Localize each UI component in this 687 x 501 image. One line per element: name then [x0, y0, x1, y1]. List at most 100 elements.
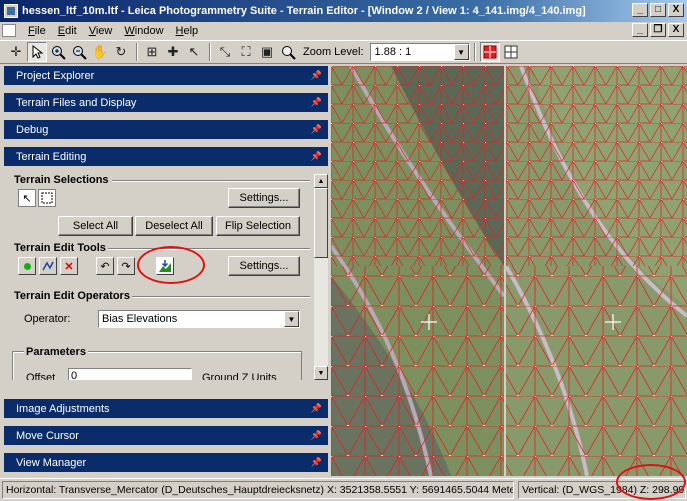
selections-settings-button[interactable]: Settings...	[228, 188, 300, 208]
link-views-icon[interactable]: ⊞	[142, 42, 162, 62]
terrain-editing-body: Terrain Selections ↖ Settings... Select …	[4, 174, 314, 380]
flip-selection-button[interactable]: Flip Selection	[216, 216, 300, 236]
parameters-title: Parameters	[24, 346, 88, 358]
chevron-down-icon[interactable]: ▼	[453, 44, 469, 60]
title-bar: hessen_ltf_10m.ltf - Leica Photogrammetr…	[0, 0, 687, 22]
select-all-button[interactable]: Select All	[58, 216, 133, 236]
toolbar-separator	[209, 43, 211, 61]
pointer-icon[interactable]: ↖	[184, 42, 204, 62]
close-button[interactable]: X	[668, 3, 684, 17]
grid-icon[interactable]	[501, 42, 521, 62]
pin-icon[interactable]: 📌	[311, 457, 322, 468]
status-bar: Horizontal: Transverse_Mercator (D_Deuts…	[0, 478, 687, 501]
select-pointer-icon[interactable]: ↖	[18, 189, 36, 207]
group-divider	[132, 296, 310, 298]
group-divider	[112, 180, 310, 182]
menu-view[interactable]: View	[83, 25, 119, 37]
pan-hand-icon[interactable]: ✋	[90, 42, 110, 62]
fit-view-icon[interactable]: ⛶	[236, 42, 256, 62]
minimize-button[interactable]: _	[632, 3, 648, 17]
section-label: Move Cursor	[16, 429, 79, 442]
document-icon[interactable]	[2, 24, 16, 37]
menu-edit[interactable]: Edit	[52, 25, 83, 37]
annotation-ellipse	[616, 464, 686, 500]
zoom-level-dropdown[interactable]: 1.88 : 1 ▼	[369, 43, 470, 61]
zoom-extent-icon[interactable]: ▣	[257, 42, 277, 62]
mdi-close-button[interactable]: X	[668, 23, 684, 37]
left-panel: Project Explorer 📌 Terrain Files and Dis…	[4, 66, 328, 476]
chevron-down-icon[interactable]: ▼	[284, 311, 299, 327]
toolbar: ✛ ✋ ↻ ⊞ ✚ ↖ ⤡ ⛶ ▣ Zoom Level: 1.88 : 1 ▼	[0, 40, 687, 64]
shrink-icon[interactable]: ⤡	[215, 42, 235, 62]
delete-icon[interactable]: ✕	[60, 257, 78, 275]
zoom-in-icon[interactable]	[48, 42, 68, 62]
select-arrow-icon[interactable]	[27, 42, 47, 62]
maximize-button[interactable]: □	[650, 3, 666, 17]
edit-tools-settings-button[interactable]: Settings...	[228, 256, 300, 276]
pin-icon[interactable]: 📌	[311, 430, 322, 441]
operator-label: Operator:	[24, 313, 71, 325]
box-select-icon[interactable]	[38, 189, 56, 207]
crosshair-tool-icon[interactable]: ✛	[6, 42, 26, 62]
operator-value: Bias Elevations	[102, 313, 178, 325]
toolbar-separator	[136, 43, 138, 61]
operator-dropdown[interactable]: Bias Elevations ▼	[98, 310, 300, 328]
panel-scrollbar[interactable]: ▲ ▼	[314, 174, 328, 380]
rotate-icon[interactable]: ↻	[111, 42, 131, 62]
scroll-up-icon[interactable]: ▲	[314, 174, 328, 188]
section-label: Terrain Files and Display	[16, 96, 137, 109]
annotation-ellipse	[137, 246, 205, 284]
section-label: Debug	[16, 123, 49, 136]
zoom-level-label: Zoom Level:	[303, 46, 364, 58]
pin-icon[interactable]: 📌	[311, 151, 322, 162]
menu-help[interactable]: Help	[170, 25, 205, 37]
section-label: Image Adjustments	[16, 402, 110, 415]
menu-window[interactable]: Window	[118, 25, 169, 37]
section-move-cursor[interactable]: Move Cursor 📌	[4, 426, 328, 447]
pin-icon[interactable]: 📌	[311, 97, 322, 108]
section-label: View Manager	[16, 456, 87, 469]
section-image-adjustments[interactable]: Image Adjustments 📌	[4, 399, 328, 420]
mdi-minimize-button[interactable]: _	[632, 23, 648, 37]
section-terrain-editing[interactable]: Terrain Editing 📌	[4, 147, 328, 168]
pin-icon[interactable]: 📌	[311, 124, 322, 135]
menu-file[interactable]: File	[22, 25, 52, 37]
scroll-thumb[interactable]	[314, 188, 328, 258]
offset-input[interactable]: 0	[68, 368, 192, 380]
tin-image-view[interactable]	[331, 66, 687, 476]
scroll-down-icon[interactable]: ▼	[314, 366, 328, 380]
mdi-restore-button[interactable]: ❐	[650, 23, 666, 37]
terrain-selections-title: Terrain Selections	[14, 174, 109, 186]
zoom-out-icon[interactable]	[69, 42, 89, 62]
section-label: Terrain Editing	[16, 150, 87, 163]
units-label: Ground Z Units	[202, 372, 277, 380]
add-breakline-icon[interactable]	[39, 257, 57, 275]
status-horizontal: Horizontal: Transverse_Mercator (D_Deuts…	[2, 481, 514, 499]
section-label: Project Explorer	[16, 69, 95, 82]
stereo-image-views[interactable]	[331, 66, 687, 476]
section-view-manager[interactable]: View Manager 📌	[4, 453, 328, 474]
terrain-edit-operators-title: Terrain Edit Operators	[14, 290, 130, 302]
group-divider	[108, 248, 310, 250]
pin-icon[interactable]: 📌	[311, 403, 322, 414]
undo-icon[interactable]: ↶	[96, 257, 114, 275]
left-image-view[interactable]	[331, 66, 506, 476]
grid-red-icon[interactable]	[479, 42, 500, 62]
app-icon[interactable]	[4, 4, 18, 18]
pin-icon[interactable]: 📌	[311, 70, 322, 81]
terrain-edit-tools-title: Terrain Edit Tools	[14, 242, 106, 254]
section-terrain-files[interactable]: Terrain Files and Display 📌	[4, 93, 328, 114]
section-project-explorer[interactable]: Project Explorer 📌	[4, 66, 328, 87]
window-title: hessen_ltf_10m.ltf - Leica Photogrammetr…	[22, 5, 586, 17]
deselect-all-button[interactable]: Deselect All	[135, 216, 213, 236]
toolbar-separator	[473, 43, 476, 61]
right-image-view[interactable]	[504, 66, 687, 476]
section-debug[interactable]: Debug 📌	[4, 120, 328, 141]
redo-icon[interactable]: ↷	[117, 257, 135, 275]
menu-bar: File Edit View Window Help _ ❐ X	[0, 22, 687, 39]
zoom-area-icon[interactable]	[278, 42, 298, 62]
cursor-link-icon[interactable]: ✚	[163, 42, 183, 62]
add-point-icon[interactable]	[18, 257, 36, 275]
offset-label: Offset	[26, 372, 56, 380]
zoom-level-value: 1.88 : 1	[374, 46, 412, 58]
